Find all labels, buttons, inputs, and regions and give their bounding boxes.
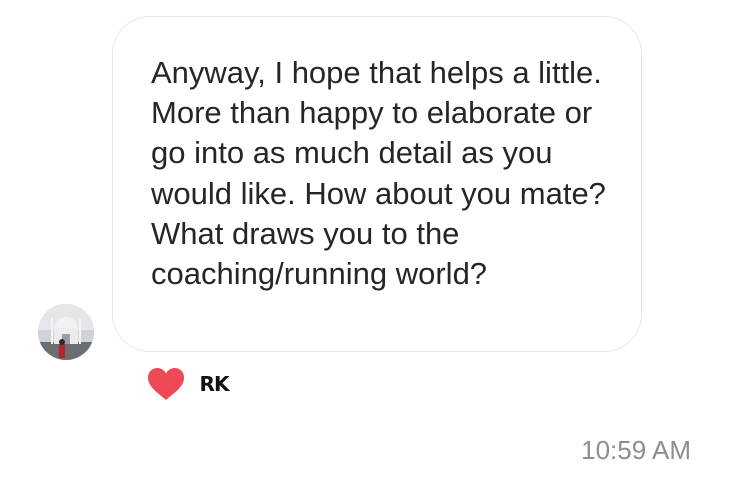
chat-thread: Anyway, I hope that helps a little. More… (0, 0, 745, 500)
reactor-avatar[interactable]: RK (198, 368, 230, 400)
message-timestamp: 10:59 AM (581, 435, 691, 465)
reactions[interactable]: RK (146, 366, 230, 402)
reactor-initials: RK (199, 372, 230, 396)
avatar-image (38, 304, 94, 360)
avatar[interactable] (38, 304, 94, 360)
message-bubble[interactable]: Anyway, I hope that helps a little. More… (112, 16, 642, 352)
message-text: Anyway, I hope that helps a little. More… (151, 55, 606, 292)
heart-icon[interactable] (146, 366, 186, 402)
